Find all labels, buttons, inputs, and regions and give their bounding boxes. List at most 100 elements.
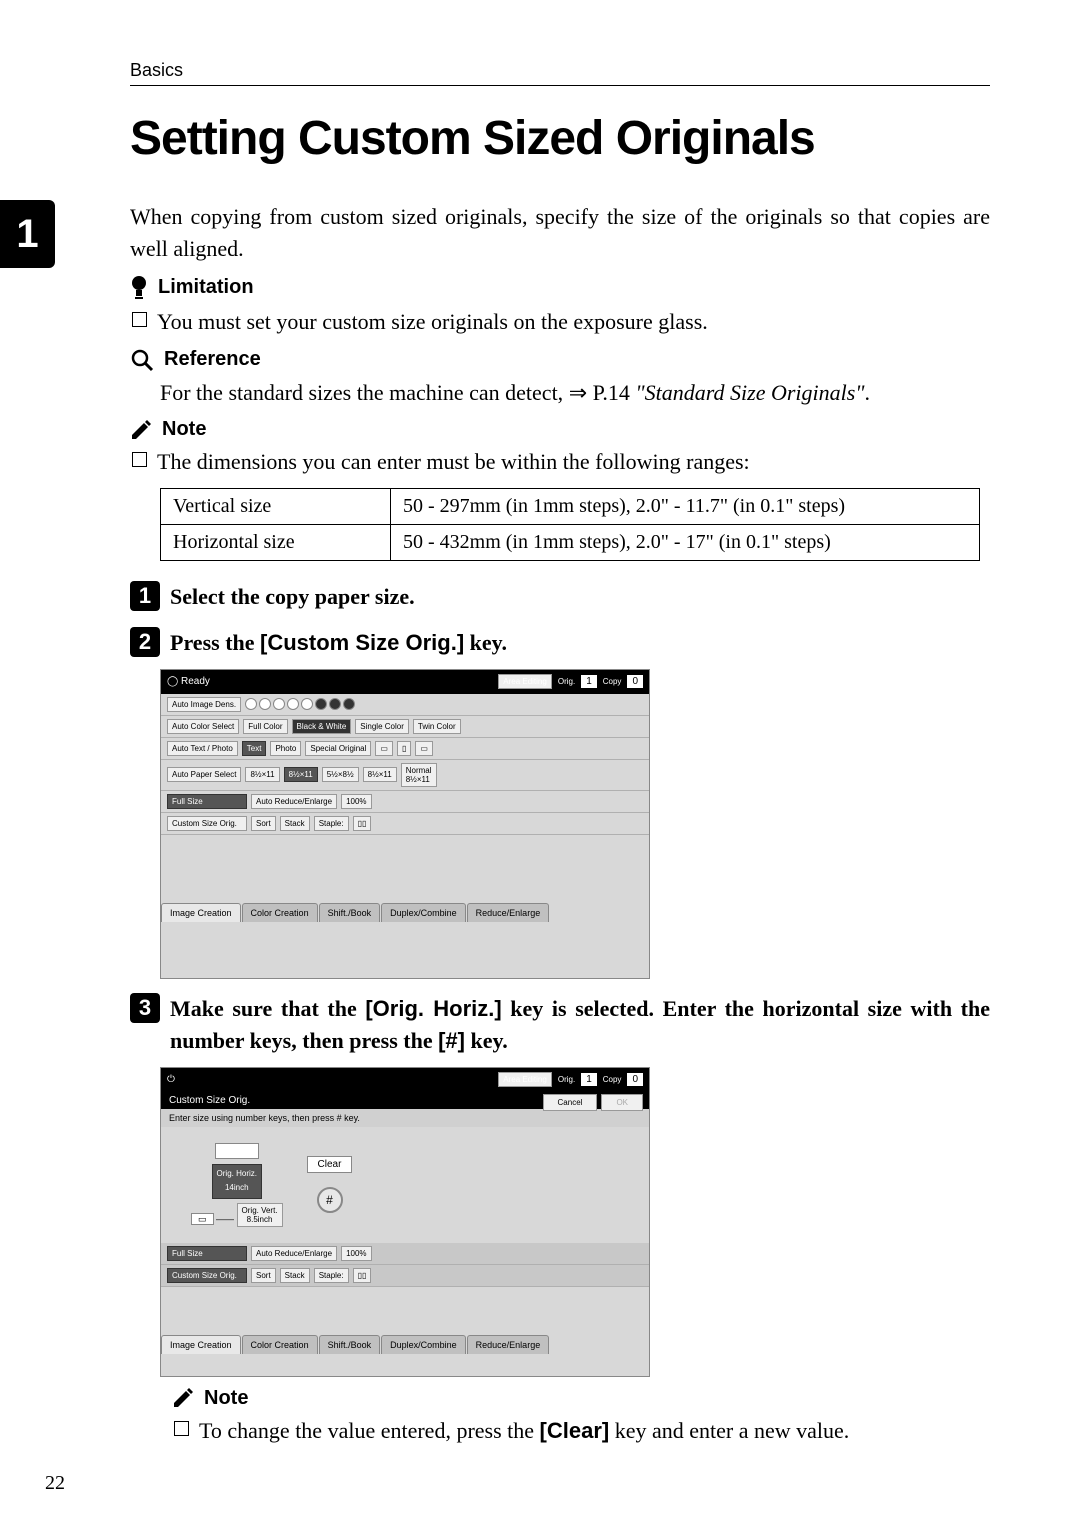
horiz-value-field[interactable] (215, 1143, 259, 1159)
screen1-custom-row: Custom Size Orig. Sort Stack Staple: ▯▯ (161, 813, 649, 835)
clear-button[interactable]: Clear (307, 1156, 353, 1173)
ref-prefix: For the standard sizes the machine can d… (160, 380, 569, 405)
step2-prefix: Press the (170, 630, 260, 655)
ratio-button[interactable]: 100% (341, 1246, 371, 1261)
ref-arrow: ⇒ (569, 380, 587, 405)
copier-screen-1: ◯ Ready Area Editing Orig. 1 Copy 0 Auto… (160, 669, 650, 979)
s3-p1: Make sure that the (170, 996, 365, 1021)
orig-vert-button[interactable]: Orig. Vert.8.5inch (237, 1203, 283, 1227)
power-icon: ⏻ (167, 1074, 175, 1085)
stack-button[interactable]: Stack (280, 816, 310, 831)
staple-button[interactable]: Staple: (314, 816, 349, 831)
copier-screen-2: ⏻ Area Editing Orig. 1 Copy 0 Custom Siz… (160, 1067, 650, 1377)
table-cell-value: 50 - 432mm (in 1mm steps), 2.0" - 17" (i… (391, 525, 980, 561)
step-1-text: Select the copy paper size. (170, 581, 990, 613)
auto-paper-select-button[interactable]: Auto Paper Select (167, 767, 241, 782)
reference-text: For the standard sizes the machine can d… (160, 378, 990, 409)
orientation-icon[interactable]: ▯ (397, 741, 411, 756)
ratio-button[interactable]: 100% (341, 794, 371, 809)
checkbox-icon (174, 1421, 189, 1436)
tab-shift-book[interactable]: Shift./Book (319, 903, 381, 922)
tray-4-button[interactable]: 8½×11 (363, 767, 397, 782)
table-row: Horizontal size 50 - 432mm (in 1mm steps… (161, 525, 980, 561)
full-size-button[interactable]: Full Size (167, 1246, 247, 1261)
ready-label: ◯ Ready (167, 676, 210, 687)
full-color-button[interactable]: Full Color (243, 719, 287, 734)
limitation-heading: Limitation (130, 275, 990, 301)
screen2-instruction: Enter size using number keys, then press… (161, 1109, 649, 1127)
screen1-textphoto-row: Auto Text / Photo Text Photo Special Ori… (161, 738, 649, 760)
screen1-tabs: Image Creation Color Creation Shift./Boo… (161, 903, 649, 922)
note2-key: [Clear] (540, 1418, 610, 1443)
table-cell-value: 50 - 297mm (in 1mm steps), 2.0" - 11.7" … (391, 489, 980, 525)
hash-button[interactable]: # (317, 1187, 343, 1213)
tab-duplex-combine[interactable]: Duplex/Combine (381, 1335, 466, 1354)
table-cell-label: Horizontal size (161, 525, 391, 561)
area-editing-button[interactable]: Area Editing (498, 1072, 552, 1087)
screen2-size-row: Full Size Auto Reduce/Enlarge 100% (161, 1243, 649, 1265)
tab-image-creation[interactable]: Image Creation (161, 1335, 241, 1354)
tray-3-button[interactable]: 5½×8½ (322, 767, 359, 782)
checkbox-icon (132, 312, 147, 327)
tab-shift-book[interactable]: Shift./Book (319, 1335, 381, 1354)
screen1-size-row: Full Size Auto Reduce/Enlarge 100% (161, 791, 649, 813)
note-heading: Note (130, 418, 990, 441)
staple-option-icon[interactable]: ▯▯ (353, 1268, 372, 1283)
note-text: The dimensions you can enter must be wit… (157, 447, 750, 478)
step-3-text: Make sure that the [Orig. Horiz.] key is… (170, 993, 990, 1057)
section-label: Basics (130, 60, 183, 80)
twin-color-button[interactable]: Twin Color (413, 719, 461, 734)
custom-size-orig-button[interactable]: Custom Size Orig. (167, 1268, 247, 1283)
tab-reduce-enlarge[interactable]: Reduce/Enlarge (467, 903, 550, 922)
auto-reduce-enlarge-button[interactable]: Auto Reduce/Enlarge (251, 794, 337, 809)
step2-key: [Custom Size Orig.] (260, 630, 464, 655)
orientation-icon[interactable]: ▭ (375, 741, 393, 756)
tray-1-button[interactable]: 8½×11 (245, 767, 279, 782)
checkbox-icon (132, 452, 147, 467)
tab-color-creation[interactable]: Color Creation (242, 1335, 318, 1354)
screen1-paper-row: Auto Paper Select 8½×11 8½×11 5½×8½ 8½×1… (161, 760, 649, 791)
step-2: 2 Press the [Custom Size Orig.] key. (130, 627, 990, 659)
auto-text-photo-button[interactable]: Auto Text / Photo (167, 741, 238, 756)
black-white-button[interactable]: Black & White (292, 719, 352, 734)
pencil-icon (172, 1387, 194, 1409)
staple-option-icon[interactable]: ▯▯ (353, 816, 372, 831)
tab-duplex-combine[interactable]: Duplex/Combine (381, 903, 466, 922)
tab-image-creation[interactable]: Image Creation (161, 903, 241, 922)
dimensions-table: Vertical size 50 - 297mm (in 1mm steps),… (160, 488, 980, 561)
ok-button[interactable]: OK (601, 1094, 643, 1111)
page-number: 22 (45, 1472, 65, 1495)
header-section: Basics (130, 60, 990, 86)
photo-button[interactable]: Photo (270, 741, 301, 756)
tab-color-creation[interactable]: Color Creation (242, 903, 318, 922)
limitation-item: You must set your custom size originals … (132, 307, 990, 338)
screen2-topbar: ⏻ Area Editing Orig. 1 Copy 0 (161, 1068, 649, 1092)
cancel-button[interactable]: Cancel (543, 1094, 598, 1111)
custom-size-orig-button[interactable]: Custom Size Orig. (167, 816, 247, 831)
screen1-density-row: Auto Image Dens. (161, 694, 649, 716)
tab-reduce-enlarge[interactable]: Reduce/Enlarge (467, 1335, 550, 1354)
table-cell-label: Vertical size (161, 489, 391, 525)
single-color-button[interactable]: Single Color (355, 719, 409, 734)
stack-button[interactable]: Stack (280, 1268, 310, 1283)
staple-button[interactable]: Staple: (314, 1268, 349, 1283)
orientation-icon[interactable]: ▭ (415, 741, 433, 756)
sort-button[interactable]: Sort (251, 816, 276, 831)
auto-image-density-button[interactable]: Auto Image Dens. (167, 697, 241, 712)
auto-reduce-enlarge-button[interactable]: Auto Reduce/Enlarge (251, 1246, 337, 1261)
sort-button[interactable]: Sort (251, 1268, 276, 1283)
tray-5-button[interactable]: Normal8½×11 (401, 763, 437, 787)
screen2-tabs: Image Creation Color Creation Shift./Boo… (161, 1335, 649, 1354)
orig-vert-group: ▭ —— Orig. Vert.8.5inch (191, 1203, 283, 1227)
density-scale[interactable] (245, 698, 355, 710)
special-original-button[interactable]: Special Original (305, 741, 371, 756)
full-size-button[interactable]: Full Size (167, 794, 247, 809)
note2-prefix: To change the value entered, press the (199, 1418, 540, 1443)
copy-counter: 0 (627, 1073, 643, 1086)
auto-color-select-button[interactable]: Auto Color Select (167, 719, 239, 734)
area-editing-button[interactable]: Area Editing (498, 674, 552, 689)
text-button[interactable]: Text (242, 741, 267, 756)
orig-horiz-button[interactable]: Orig. Horiz.14inch (212, 1164, 262, 1199)
page-title: Setting Custom Sized Originals (130, 111, 990, 166)
tray-2-button[interactable]: 8½×11 (284, 767, 318, 782)
